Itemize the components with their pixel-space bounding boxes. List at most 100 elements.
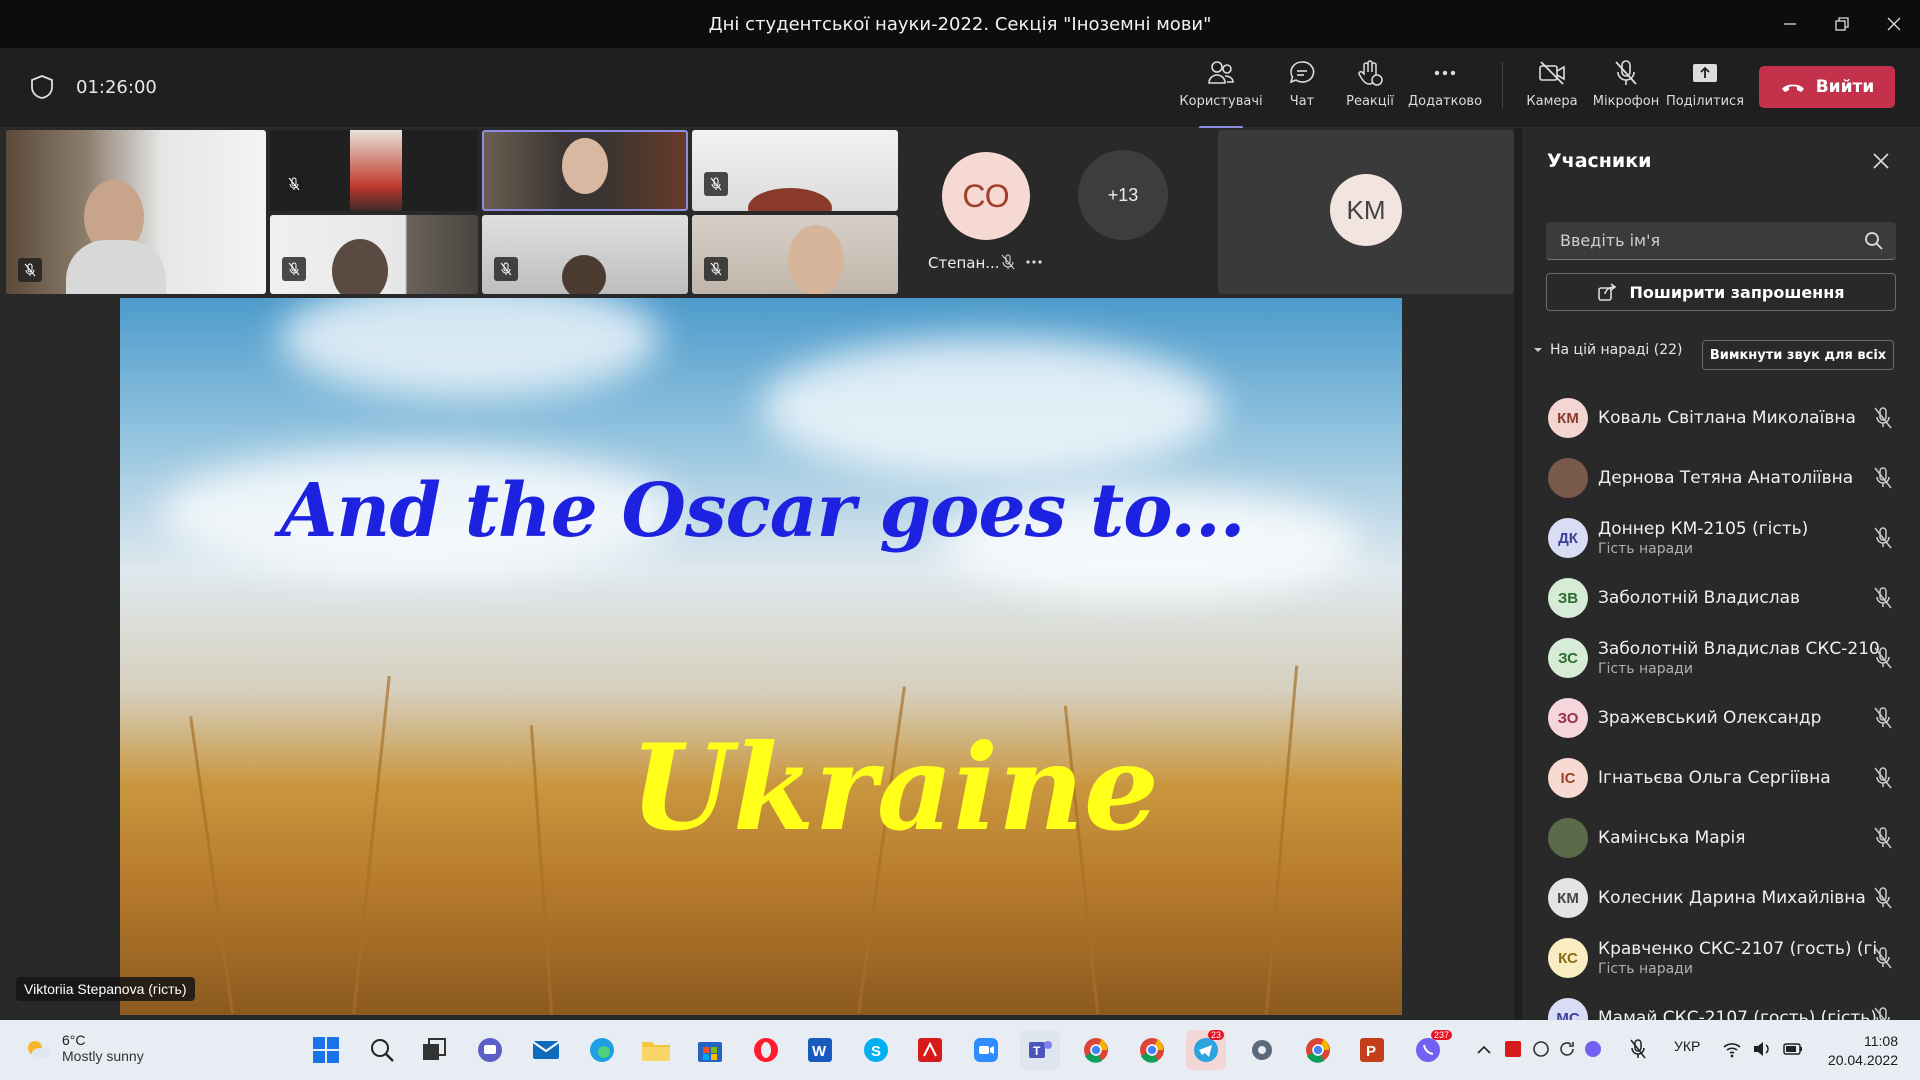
leave-button[interactable]: Вийти [1759,66,1895,108]
participant-row[interactable]: КМ Коваль Світлана Миколаївна [1522,388,1920,448]
overflow-participants[interactable]: +13 [1078,150,1168,240]
minimize-icon [1784,23,1796,25]
participants-button[interactable]: Користувачі [1179,58,1263,129]
share-invite-button[interactable]: Поширити запрошення [1546,273,1896,311]
mic-off-icon[interactable] [1872,526,1894,550]
tray-viber-icon[interactable] [1584,1040,1602,1058]
video-tile[interactable] [692,130,898,211]
start-button[interactable] [306,1030,346,1070]
mic-off-icon[interactable] [1872,706,1894,730]
weather-description: Mostly sunny [62,1048,144,1064]
taskbar-mail[interactable] [526,1030,566,1070]
participant-avatar: КМ [1548,398,1588,438]
taskbar-settings[interactable] [1242,1030,1282,1070]
video-tile[interactable] [270,215,478,294]
microphone-button[interactable]: Мікрофон [1586,58,1666,109]
participant-row[interactable]: ЗО Зражевський Олександр [1522,688,1920,748]
taskbar-viber[interactable]: 237 [1408,1030,1452,1070]
taskbar-chrome-profile3[interactable] [1298,1030,1338,1070]
mute-all-button[interactable]: Вимкнути звук для всіх [1702,340,1894,370]
wifi-icon[interactable] [1722,1040,1742,1058]
taskbar-zoom[interactable] [966,1030,1006,1070]
reactions-button[interactable]: Реакції [1330,58,1410,109]
minimize-button[interactable] [1764,0,1816,48]
viber-icon [1416,1038,1440,1062]
participant-row[interactable]: ЗС Заболотній Владислав СКС-210... Гість н… [1522,628,1920,688]
mic-off-icon [710,177,722,191]
shield-icon[interactable] [30,74,54,100]
mic-off-icon [24,263,36,277]
tray-overflow-chevron-icon[interactable] [1476,1042,1492,1058]
mic-off-icon[interactable] [1872,466,1894,490]
weather-widget[interactable]: 6°C Mostly sunny [22,1032,144,1064]
video-tile[interactable] [6,130,266,294]
taskbar-explorer[interactable] [636,1030,676,1070]
camera-button[interactable]: Камера [1512,58,1592,109]
mic-off-icon[interactable] [1872,586,1894,610]
taskbar-skype[interactable]: S [856,1030,896,1070]
in-meeting-section-toggle[interactable]: На цій нараді (22) [1532,342,1682,358]
task-view[interactable] [414,1030,454,1070]
taskbar-word[interactable]: W [800,1030,840,1070]
mic-off-icon[interactable] [1872,1006,1894,1020]
taskbar-opera[interactable] [746,1030,786,1070]
muted-mic-indicator [18,258,42,282]
participant-row[interactable]: Дернова Тетяна Анатоліївна [1522,448,1920,508]
taskbar-powerpoint[interactable]: P [1352,1030,1392,1070]
taskbar-edge[interactable] [582,1030,622,1070]
taskbar-teams[interactable]: T [1020,1030,1060,1070]
restore-button[interactable] [1816,0,1868,48]
video-tile[interactable] [270,130,478,211]
mic-off-icon[interactable] [1872,766,1894,790]
participant-row[interactable]: Камінська Марія [1522,808,1920,868]
tray-refresh-icon[interactable] [1558,1040,1576,1058]
audio-participant-tile[interactable]: KM [1218,130,1514,294]
taskbar-chat[interactable] [470,1030,510,1070]
mic-off-icon [500,262,512,276]
close-window-button[interactable] [1868,0,1920,48]
participant-row[interactable]: ЗВ Заболотній Владислав [1522,568,1920,628]
participant-video-person [350,130,402,211]
search-icon [1865,232,1883,250]
taskbar-telegram[interactable]: 23 [1186,1030,1226,1070]
tray-mic-off-icon[interactable] [1628,1038,1648,1060]
video-tile-active-speaker[interactable] [482,130,688,211]
shared-presentation: And the Oscar goes to... Ukraine [120,298,1402,1015]
video-tile[interactable] [482,215,688,294]
participant-row[interactable]: ДК Доннер КМ-2105 (гість) Гість наради [1522,508,1920,568]
participant-video-person [748,188,832,211]
weather-temperature: 6°C [62,1032,86,1048]
taskbar-chrome-profile1[interactable] [1076,1030,1116,1070]
mic-off-icon[interactable] [1872,646,1894,670]
taskbar-chrome-profile2[interactable] [1132,1030,1172,1070]
more-options-icon[interactable] [1024,254,1044,270]
taskbar-search[interactable] [362,1030,402,1070]
tray-acrobat-icon[interactable] [1504,1040,1522,1058]
taskbar-store[interactable] [690,1030,730,1070]
more-button[interactable]: Додатково [1405,58,1485,109]
speaker-icon[interactable] [1752,1040,1772,1058]
mic-off-icon[interactable] [1872,946,1894,970]
video-tile[interactable] [692,215,898,294]
tray-sync-icon[interactable] [1532,1040,1550,1058]
participant-name: Заболотній Владислав [1598,588,1801,608]
battery-icon[interactable] [1782,1040,1804,1058]
participant-row[interactable]: ІС Ігнатьєва Ольга Сергіївна [1522,748,1920,808]
participant-row[interactable]: МС Мамай СКС-2107 (гость) (гість) [1522,988,1920,1020]
folder-icon [642,1042,670,1061]
chrome-icon [1084,1038,1108,1063]
participant-role: Гість наради [1598,541,1693,557]
taskbar-acrobat[interactable] [910,1030,950,1070]
share-button[interactable]: Поділитися [1665,58,1745,109]
mic-off-icon[interactable] [1872,406,1894,430]
svg-text:S: S [871,1043,881,1060]
system-clock[interactable]: 11:08 20.04.2022 [1828,1032,1898,1070]
participant-row[interactable]: КМ Колесник Дарина Михайлівна [1522,868,1920,928]
mic-off-icon[interactable] [1872,826,1894,850]
mic-off-icon[interactable] [1872,886,1894,910]
audio-participant-tile[interactable]: СО Степан... [904,130,1100,294]
close-icon[interactable] [1872,152,1890,170]
input-language[interactable]: УКР [1674,1038,1700,1054]
participant-search-input[interactable]: Введіть ім'я [1546,222,1896,260]
participant-row[interactable]: КС Кравченко СКС-2107 (гость) (гі... Гість… [1522,928,1920,988]
